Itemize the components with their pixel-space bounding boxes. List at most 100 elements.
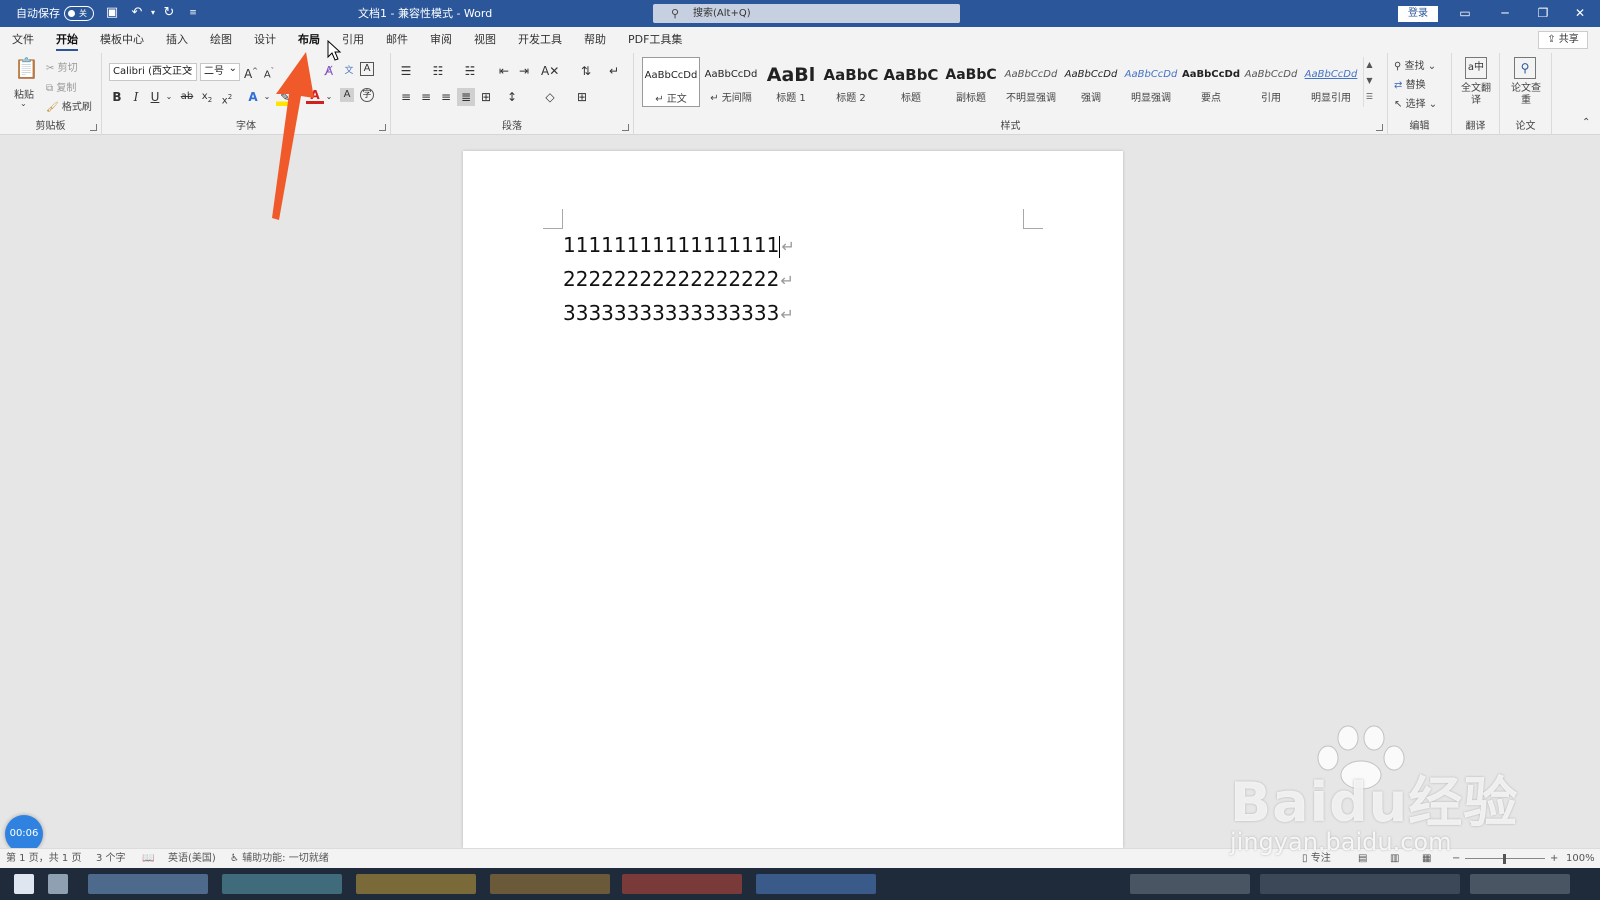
paper-check-button[interactable]: 论文查重: [1508, 83, 1544, 107]
bold-icon[interactable]: B: [108, 88, 126, 106]
increase-indent-icon[interactable]: ⇥: [515, 62, 533, 80]
character-border-icon[interactable]: A: [360, 62, 374, 76]
enclose-characters-icon[interactable]: 字: [360, 88, 374, 102]
line-spacing-icon[interactable]: ↕: [503, 88, 521, 106]
style-no-spacing[interactable]: AaBbCcDd ↵ 无间隔: [702, 57, 760, 107]
style-normal[interactable]: AaBbCcDd ↵ 正文: [642, 57, 700, 107]
style-emphasis[interactable]: AaBbCcDd 强调: [1062, 57, 1120, 107]
chinese-layout-icon[interactable]: A✕: [541, 62, 559, 80]
paragraph-launcher-icon[interactable]: [622, 124, 629, 131]
autosave-toggle[interactable]: 关: [64, 6, 94, 21]
accessibility-status[interactable]: ♿ 辅助功能: 一切就绪: [230, 849, 329, 869]
print-layout-icon[interactable]: ▥: [1390, 849, 1399, 869]
tab-home[interactable]: 开始: [56, 27, 78, 53]
text-effects-dropdown-icon[interactable]: ⌄: [258, 88, 276, 106]
collapse-ribbon-icon[interactable]: ⌃: [1582, 117, 1590, 128]
distributed-icon[interactable]: ⊞: [477, 88, 495, 106]
task-view-icon[interactable]: [48, 874, 68, 894]
borders-icon[interactable]: ⊞: [573, 88, 591, 106]
login-button[interactable]: 登录: [1398, 6, 1438, 22]
tab-layout[interactable]: 布局: [298, 27, 320, 53]
tab-design[interactable]: 设计: [254, 27, 276, 53]
chevron-up-icon[interactable]: ▲: [1364, 57, 1375, 73]
tab-mailings[interactable]: 邮件: [386, 27, 408, 53]
system-tray[interactable]: [1130, 874, 1250, 894]
tab-insert[interactable]: 插入: [166, 27, 188, 53]
styles-launcher-icon[interactable]: [1376, 124, 1383, 131]
subscript-icon[interactable]: x2: [198, 88, 216, 106]
customize-qat-icon[interactable]: ≡: [184, 4, 202, 22]
select-button[interactable]: ↖ 选择 ⌄: [1394, 95, 1437, 110]
zoom-slider-thumb[interactable]: [1503, 854, 1506, 864]
style-subtle-emphasis[interactable]: AaBbCcDd 不明显强调: [1002, 57, 1060, 107]
decrease-indent-icon[interactable]: ⇤: [495, 62, 513, 80]
style-heading-2[interactable]: AaBbC 标题 2: [822, 57, 880, 107]
multilevel-list-icon[interactable]: ☵: [461, 62, 479, 80]
font-size-combo[interactable]: 二号: [200, 61, 240, 81]
styles-gallery-scroll[interactable]: ▲ ▼ ☰: [1363, 57, 1375, 107]
clock[interactable]: [1470, 874, 1570, 894]
tray-icons[interactable]: [1260, 874, 1460, 894]
underline-dropdown-icon[interactable]: ⌄: [160, 88, 178, 106]
word-count[interactable]: 3 个字: [96, 849, 126, 869]
taskbar-app-3[interactable]: [356, 874, 476, 894]
document-line-2[interactable]: 22222222222222222↵: [563, 263, 794, 295]
shrink-font-icon[interactable]: Aˇ: [260, 62, 278, 80]
taskbar-app-1[interactable]: [88, 874, 208, 894]
tab-template-center[interactable]: 模板中心: [100, 27, 144, 53]
numbering-icon[interactable]: ☷: [429, 62, 447, 80]
tab-review[interactable]: 审阅: [430, 27, 452, 53]
tab-references[interactable]: 引用: [342, 27, 364, 53]
shading-icon[interactable]: ◇: [541, 88, 559, 106]
gallery-more-icon[interactable]: ☰: [1364, 89, 1375, 105]
style-intense-emphasis[interactable]: AaBbCcDd 明显强调: [1122, 57, 1180, 107]
zoom-level[interactable]: 100%: [1566, 849, 1595, 869]
bullets-icon[interactable]: ☰: [397, 62, 415, 80]
proofing-icon[interactable]: 📖: [142, 849, 154, 869]
italic-icon[interactable]: I: [127, 88, 145, 106]
close-icon[interactable]: ✕: [1562, 0, 1598, 27]
style-heading-1[interactable]: AaBl 标题 1: [762, 57, 820, 107]
zoom-in-icon[interactable]: +: [1550, 849, 1558, 869]
paste-dropdown-icon[interactable]: ⌄: [20, 99, 27, 108]
document-line-1[interactable]: 11111111111111111 ↵: [563, 229, 795, 261]
full-text-translate-button[interactable]: 全文翻译: [1458, 83, 1494, 107]
phonetic-guide-icon[interactable]: 文: [340, 62, 358, 80]
highlight-icon[interactable]: ✎: [276, 88, 294, 106]
align-right-icon[interactable]: ≡: [437, 88, 455, 106]
style-subtitle[interactable]: AaBbC 副标题: [942, 57, 1000, 107]
document-line-3[interactable]: 33333333333333333↵: [563, 297, 794, 329]
tab-developer[interactable]: 开发工具: [518, 27, 562, 53]
translate-icon[interactable]: a中: [1465, 57, 1487, 79]
start-icon[interactable]: [14, 874, 34, 894]
taskbar-app-word[interactable]: [756, 874, 876, 894]
paper-check-icon[interactable]: ⚲: [1514, 57, 1536, 79]
style-strong[interactable]: AaBbCcDd 要点: [1182, 57, 1240, 107]
document-page[interactable]: 11111111111111111 ↵ 22222222222222222↵ 33…: [463, 151, 1123, 848]
share-button[interactable]: ⇪ 共享: [1538, 31, 1588, 49]
clear-format-icon[interactable]: A̸: [320, 62, 338, 80]
tab-help[interactable]: 帮助: [584, 27, 606, 53]
focus-mode-button[interactable]: ▯ 专注: [1302, 849, 1331, 869]
sort-icon[interactable]: ⇅: [577, 62, 595, 80]
copy-button[interactable]: ⧉ 复制: [46, 79, 76, 94]
read-mode-icon[interactable]: ▤: [1358, 849, 1367, 869]
tab-view[interactable]: 视图: [474, 27, 496, 53]
grow-font-icon[interactable]: A^: [242, 62, 260, 81]
font-name-combo[interactable]: Calibri (西文正文: [109, 61, 197, 81]
style-quote[interactable]: AaBbCcDd 引用: [1242, 57, 1300, 107]
restore-icon[interactable]: ❐: [1525, 0, 1561, 27]
ribbon-display-icon[interactable]: ▭: [1447, 0, 1483, 27]
minimize-icon[interactable]: ─: [1487, 0, 1523, 27]
page-count[interactable]: 第 1 页，共 1 页: [6, 849, 81, 869]
align-center-icon[interactable]: ≡: [417, 88, 435, 106]
superscript-icon[interactable]: x2: [218, 88, 236, 106]
tab-file[interactable]: 文件: [12, 27, 34, 53]
zoom-out-icon[interactable]: −: [1452, 849, 1460, 869]
taskbar-app-2[interactable]: [222, 874, 342, 894]
character-shading-icon[interactable]: A: [340, 88, 354, 102]
cut-button[interactable]: ✂ 剪切: [46, 59, 78, 74]
paste-icon[interactable]: 📋: [14, 58, 39, 83]
taskbar-app-4[interactable]: [490, 874, 610, 894]
replace-button[interactable]: ⇄ 替换: [1394, 76, 1426, 91]
